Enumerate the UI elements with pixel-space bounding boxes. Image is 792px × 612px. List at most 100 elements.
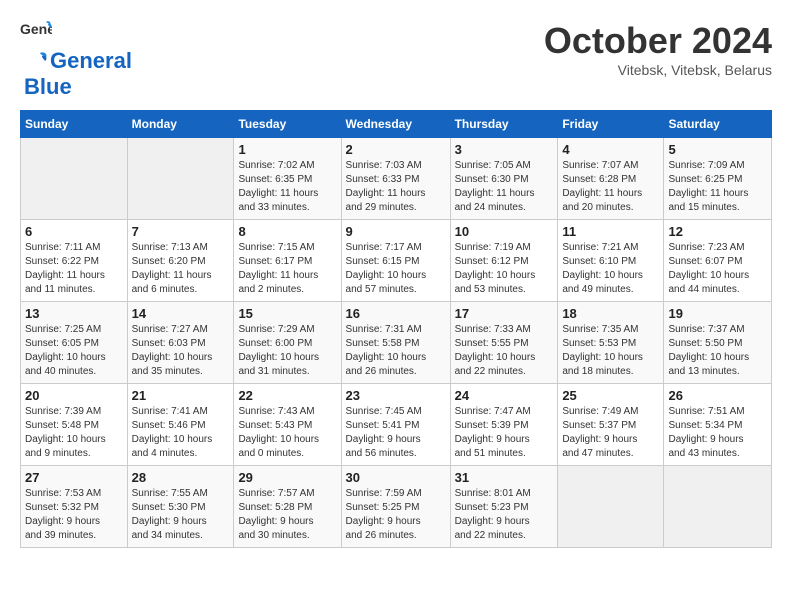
day-number: 9 (346, 224, 446, 239)
day-info: Sunrise: 7:21 AM Sunset: 6:10 PM Dayligh… (562, 241, 659, 297)
table-cell (558, 466, 664, 548)
day-info: Sunrise: 7:17 AM Sunset: 6:15 PM Dayligh… (346, 241, 446, 297)
calendar-week-row: 6Sunrise: 7:11 AM Sunset: 6:22 PM Daylig… (21, 220, 772, 302)
day-number: 22 (238, 388, 336, 403)
table-cell: 20 Sunrise: 7:39 AM Sunset: 5:48 PM Dayli… (21, 384, 128, 466)
calendar-week-row: 13 Sunrise: 7:25 AM Sunset: 6:05 PM Dayli… (21, 302, 772, 384)
table-cell: 5Sunrise: 7:09 AM Sunset: 6:25 PM Daylig… (664, 138, 772, 220)
day-info: Sunrise: 7:59 AM Sunset: 5:25 PM Dayligh… (346, 487, 446, 543)
day-info: Sunrise: 8:01 AM Sunset: 5:23 PM Dayligh… (455, 487, 554, 543)
table-cell: 24 Sunrise: 7:47 AM Sunset: 5:39 PM Dayli… (450, 384, 558, 466)
table-cell: 8 Sunrise: 7:15 AM Sunset: 6:17 PM Daylig… (234, 220, 341, 302)
table-cell: 18Sunrise: 7:35 AM Sunset: 5:53 PM Dayli… (558, 302, 664, 384)
calendar-week-row: 20 Sunrise: 7:39 AM Sunset: 5:48 PM Dayli… (21, 384, 772, 466)
day-info: Sunrise: 7:02 AM Sunset: 6:35 PM Dayligh… (238, 159, 336, 215)
table-cell: 7Sunrise: 7:13 AM Sunset: 6:20 PM Daylig… (127, 220, 234, 302)
day-info: Sunrise: 7:03 AM Sunset: 6:33 PM Dayligh… (346, 159, 446, 215)
day-info: Sunrise: 7:25 AM Sunset: 6:05 PM Dayligh… (25, 323, 123, 379)
day-number: 14 (132, 306, 230, 321)
day-number: 4 (562, 142, 659, 157)
table-cell: 15 Sunrise: 7:29 AM Sunset: 6:00 PM Dayli… (234, 302, 341, 384)
table-cell: 25 Sunrise: 7:49 AM Sunset: 5:37 PM Dayli… (558, 384, 664, 466)
logo-text-general: General (50, 48, 132, 74)
col-tuesday: Tuesday (234, 111, 341, 138)
day-info: Sunrise: 7:41 AM Sunset: 5:46 PM Dayligh… (132, 405, 230, 461)
day-info: Sunrise: 7:51 AM Sunset: 5:34 PM Dayligh… (668, 405, 767, 461)
table-cell: 31 Sunrise: 8:01 AM Sunset: 5:23 PM Dayli… (450, 466, 558, 548)
day-info: Sunrise: 7:53 AM Sunset: 5:32 PM Dayligh… (25, 487, 123, 543)
day-number: 25 (562, 388, 659, 403)
day-number: 6 (25, 224, 123, 239)
day-number: 3 (455, 142, 554, 157)
day-number: 17 (455, 306, 554, 321)
table-cell: 3 Sunrise: 7:05 AM Sunset: 6:30 PM Daylig… (450, 138, 558, 220)
col-sunday: Sunday (21, 111, 128, 138)
table-cell: 6Sunrise: 7:11 AM Sunset: 6:22 PM Daylig… (21, 220, 128, 302)
table-cell: 26Sunrise: 7:51 AM Sunset: 5:34 PM Dayli… (664, 384, 772, 466)
day-info: Sunrise: 7:55 AM Sunset: 5:30 PM Dayligh… (132, 487, 230, 543)
day-info: Sunrise: 7:27 AM Sunset: 6:03 PM Dayligh… (132, 323, 230, 379)
table-cell: 30Sunrise: 7:59 AM Sunset: 5:25 PM Dayli… (341, 466, 450, 548)
day-info: Sunrise: 7:57 AM Sunset: 5:28 PM Dayligh… (238, 487, 336, 543)
header: General General Blue October 2024 Vitebs… (20, 20, 772, 100)
day-info: Sunrise: 7:37 AM Sunset: 5:50 PM Dayligh… (668, 323, 767, 379)
table-cell: 2 Sunrise: 7:03 AM Sunset: 6:33 PM Daylig… (341, 138, 450, 220)
day-number: 5 (668, 142, 767, 157)
table-cell (21, 138, 128, 220)
logo-text-blue: Blue (24, 74, 72, 100)
day-info: Sunrise: 7:05 AM Sunset: 6:30 PM Dayligh… (455, 159, 554, 215)
table-cell: 10Sunrise: 7:19 AM Sunset: 6:12 PM Dayli… (450, 220, 558, 302)
col-thursday: Thursday (450, 111, 558, 138)
day-number: 19 (668, 306, 767, 321)
logo: General General Blue (20, 20, 132, 100)
day-number: 28 (132, 470, 230, 485)
col-wednesday: Wednesday (341, 111, 450, 138)
day-info: Sunrise: 7:47 AM Sunset: 5:39 PM Dayligh… (455, 405, 554, 461)
table-cell (127, 138, 234, 220)
day-number: 23 (346, 388, 446, 403)
day-info: Sunrise: 7:19 AM Sunset: 6:12 PM Dayligh… (455, 241, 554, 297)
day-info: Sunrise: 7:49 AM Sunset: 5:37 PM Dayligh… (562, 405, 659, 461)
table-cell: 16 Sunrise: 7:31 AM Sunset: 5:58 PM Dayli… (341, 302, 450, 384)
day-number: 24 (455, 388, 554, 403)
col-monday: Monday (127, 111, 234, 138)
day-number: 15 (238, 306, 336, 321)
day-number: 8 (238, 224, 336, 239)
table-cell: 14 Sunrise: 7:27 AM Sunset: 6:03 PM Dayli… (127, 302, 234, 384)
table-cell: 11Sunrise: 7:21 AM Sunset: 6:10 PM Dayli… (558, 220, 664, 302)
calendar-week-row: 27 Sunrise: 7:53 AM Sunset: 5:32 PM Dayli… (21, 466, 772, 548)
day-info: Sunrise: 7:29 AM Sunset: 6:00 PM Dayligh… (238, 323, 336, 379)
day-info: Sunrise: 7:07 AM Sunset: 6:28 PM Dayligh… (562, 159, 659, 215)
day-info: Sunrise: 7:43 AM Sunset: 5:43 PM Dayligh… (238, 405, 336, 461)
table-cell (664, 466, 772, 548)
table-cell: 4 Sunrise: 7:07 AM Sunset: 6:28 PM Daylig… (558, 138, 664, 220)
table-cell: 12Sunrise: 7:23 AM Sunset: 6:07 PM Dayli… (664, 220, 772, 302)
table-cell: 9 Sunrise: 7:17 AM Sunset: 6:15 PM Daylig… (341, 220, 450, 302)
table-cell: 17 Sunrise: 7:33 AM Sunset: 5:55 PM Dayli… (450, 302, 558, 384)
day-info: Sunrise: 7:33 AM Sunset: 5:55 PM Dayligh… (455, 323, 554, 379)
day-number: 21 (132, 388, 230, 403)
day-number: 16 (346, 306, 446, 321)
day-info: Sunrise: 7:31 AM Sunset: 5:58 PM Dayligh… (346, 323, 446, 379)
table-cell: 29 Sunrise: 7:57 AM Sunset: 5:28 PM Dayli… (234, 466, 341, 548)
header-row: Sunday Monday Tuesday Wednesday Thursday… (21, 111, 772, 138)
day-number: 13 (25, 306, 123, 321)
day-number: 27 (25, 470, 123, 485)
day-number: 18 (562, 306, 659, 321)
table-cell: 1Sunrise: 7:02 AM Sunset: 6:35 PM Daylig… (234, 138, 341, 220)
day-info: Sunrise: 7:15 AM Sunset: 6:17 PM Dayligh… (238, 241, 336, 297)
month-title: October 2024 (544, 20, 772, 62)
title-area: October 2024 Vitebsk, Vitebsk, Belarus (544, 20, 772, 78)
day-info: Sunrise: 7:39 AM Sunset: 5:48 PM Dayligh… (25, 405, 123, 461)
day-info: Sunrise: 7:13 AM Sunset: 6:20 PM Dayligh… (132, 241, 230, 297)
location-subtitle: Vitebsk, Vitebsk, Belarus (544, 62, 772, 78)
day-number: 29 (238, 470, 336, 485)
col-friday: Friday (558, 111, 664, 138)
day-number: 31 (455, 470, 554, 485)
day-number: 20 (25, 388, 123, 403)
calendar-week-row: 1Sunrise: 7:02 AM Sunset: 6:35 PM Daylig… (21, 138, 772, 220)
table-cell: 13 Sunrise: 7:25 AM Sunset: 6:05 PM Dayli… (21, 302, 128, 384)
table-cell: 21 Sunrise: 7:41 AM Sunset: 5:46 PM Dayli… (127, 384, 234, 466)
table-cell: 27 Sunrise: 7:53 AM Sunset: 5:32 PM Dayli… (21, 466, 128, 548)
day-number: 2 (346, 142, 446, 157)
